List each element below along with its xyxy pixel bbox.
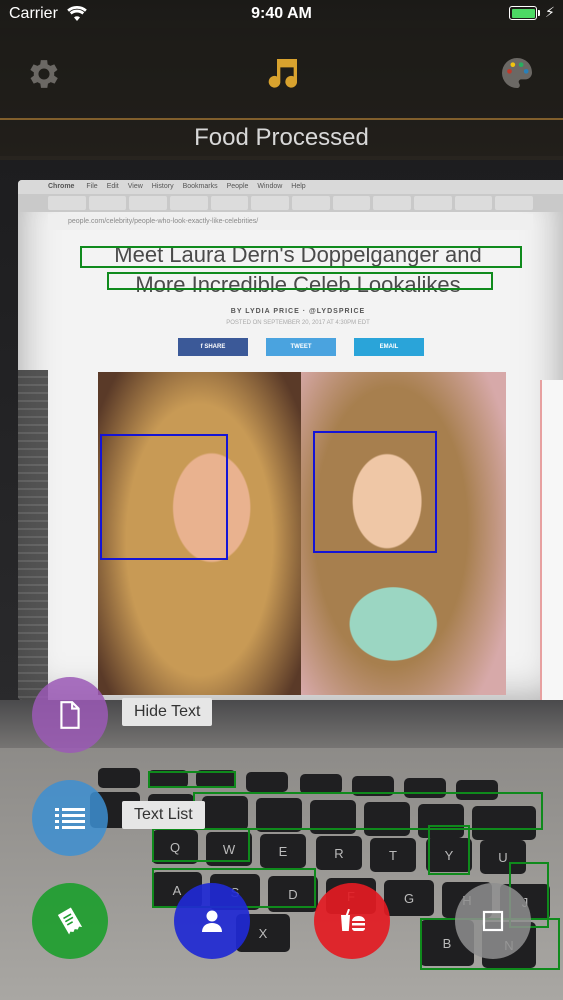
battery-icon xyxy=(509,6,537,20)
browser-menu-item: Edit xyxy=(106,183,119,190)
hide-text-button[interactable] xyxy=(32,677,108,753)
share-facebook: f SHARE xyxy=(178,338,248,356)
text-detection-box xyxy=(193,792,543,830)
browser-menu-bar: Chrome File Edit View History Bookmarks Peopl… xyxy=(18,180,563,194)
key-e: E xyxy=(260,834,306,868)
list-icon xyxy=(55,808,85,829)
face-detect-button[interactable] xyxy=(174,883,250,959)
gear-icon[interactable] xyxy=(25,55,63,98)
battery-cap xyxy=(538,10,540,16)
share-email: EMAIL xyxy=(354,338,424,356)
key-g: G xyxy=(384,880,434,916)
person-icon xyxy=(202,910,222,932)
document-icon xyxy=(60,701,80,729)
browser-menu-item: Bookmarks xyxy=(182,183,218,190)
music-note-icon[interactable] xyxy=(262,53,302,100)
browser-url-bar: people.com/celebrity/people-who-look-exa… xyxy=(48,214,533,230)
text-detection-box xyxy=(80,246,522,268)
browser-menu-item: File xyxy=(86,183,98,190)
text-detection-box xyxy=(148,771,236,788)
browser-tab-bar xyxy=(18,194,563,212)
key-r: R xyxy=(316,836,362,870)
sidebar-strip xyxy=(18,370,48,700)
header-divider xyxy=(0,118,563,120)
key xyxy=(98,768,140,788)
browser-app-name: Chrome xyxy=(48,183,75,190)
text-detection-box xyxy=(428,825,470,875)
barcode-scan-button[interactable] xyxy=(32,883,108,959)
article-byline: BY LYDIA PRICE · @LYDSPRICE xyxy=(230,308,366,315)
food-detect-button[interactable] xyxy=(314,883,390,959)
page-title: Food Processed xyxy=(194,124,369,151)
text-detection-box xyxy=(152,828,250,862)
browser-menu-item: Help xyxy=(291,183,306,190)
camera-screen: Chrome File Edit View History Bookmarks Peopl… xyxy=(0,0,563,1000)
page-right-edge xyxy=(540,380,563,700)
face-detection-box xyxy=(313,431,437,553)
browser-menu-item: History xyxy=(151,183,174,190)
browser-menu-item: Window xyxy=(257,183,283,190)
share-tweet: TWEET xyxy=(266,338,336,356)
drink-burger-icon xyxy=(341,909,365,931)
text-list-button[interactable] xyxy=(32,780,108,856)
status-time: 9:40 AM xyxy=(251,5,312,22)
square-icon xyxy=(482,910,504,932)
key-t: T xyxy=(370,838,416,872)
key xyxy=(246,772,288,792)
article-posted-date: POSTED ON SEPTEMBER 20, 2017 AT 4:30PM E… xyxy=(226,320,370,326)
browser-menu-item: View xyxy=(127,183,143,190)
receipt-icon xyxy=(57,907,83,935)
browser-menu-items: File Edit View History Bookmarks People Window… xyxy=(86,183,314,190)
browser-menu-item: People xyxy=(226,183,249,190)
key xyxy=(300,774,342,794)
share-row: f SHARE TWEET EMAIL xyxy=(178,338,424,356)
status-bar: Carrier 9:40 AM ⚡︎ xyxy=(0,0,563,28)
face-detection-box xyxy=(100,434,228,560)
palette-icon[interactable] xyxy=(497,53,537,98)
text-list-label[interactable]: Text List xyxy=(122,801,205,829)
hide-text-label[interactable]: Hide Text xyxy=(122,698,213,726)
charging-bolt-icon: ⚡︎ xyxy=(545,4,555,20)
text-detection-box xyxy=(107,272,493,290)
object-detect-button[interactable] xyxy=(455,883,531,959)
